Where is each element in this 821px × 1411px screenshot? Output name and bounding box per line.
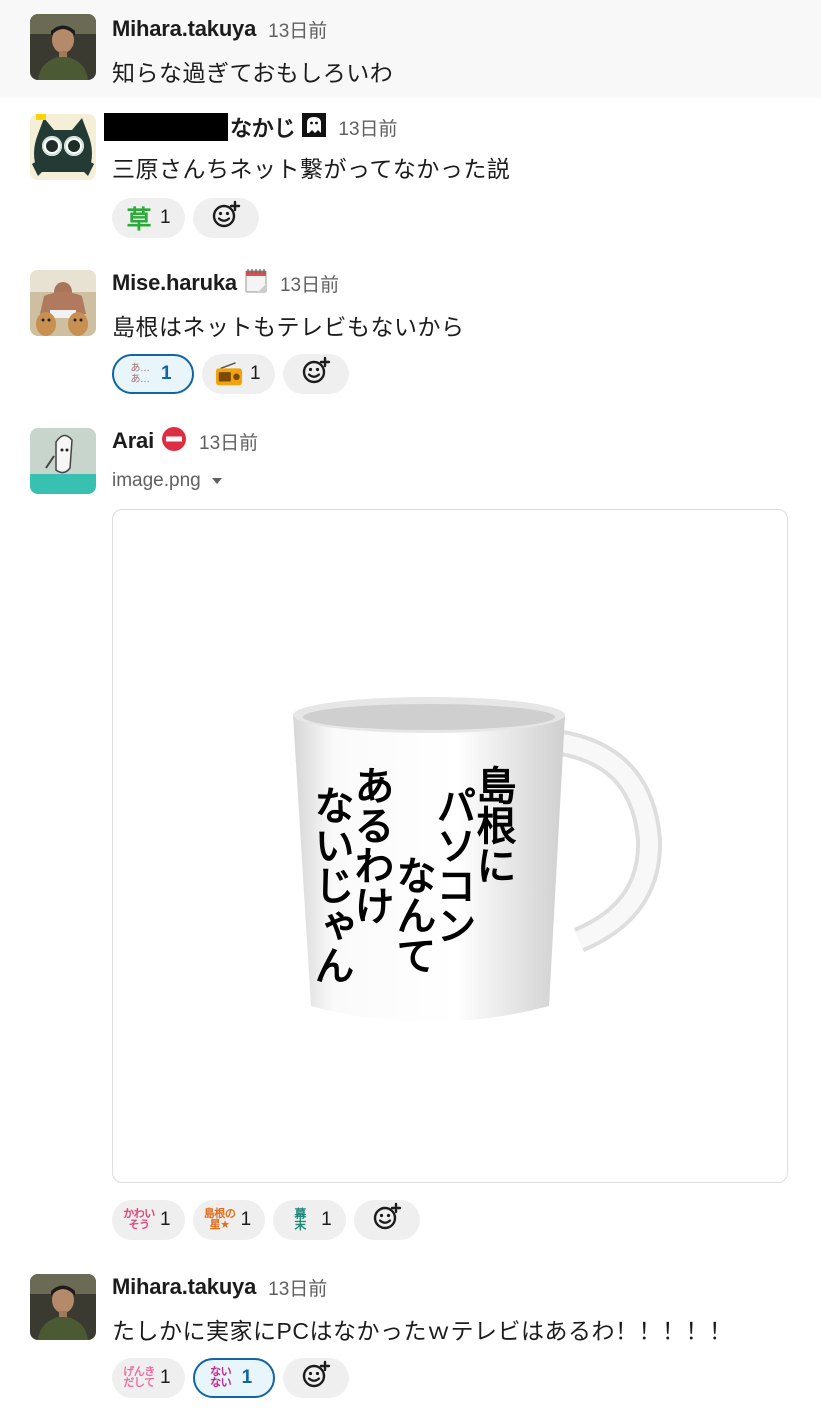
- image-attachment[interactable]: 島根に パソコン なんて あるわけ ないじゃん: [112, 509, 788, 1183]
- add-reaction-icon: [301, 1360, 331, 1396]
- message-4: Arai 13日前 image.png 島根に パソコン なんて あるわけ ない…: [0, 410, 821, 1260]
- mug-line-2: パソコン: [430, 785, 477, 945]
- add-reaction-button[interactable]: [282, 354, 349, 394]
- calendar-status-icon: [244, 268, 268, 299]
- radio-icon: [215, 360, 243, 388]
- reaction-kusa[interactable]: 草 1: [112, 198, 185, 238]
- author-name[interactable]: Arai: [112, 428, 154, 454]
- reaction-count: 1: [160, 1209, 171, 1230]
- add-reaction-icon: [211, 200, 241, 236]
- add-reaction-icon: [301, 356, 331, 392]
- avatar-mihara[interactable]: [30, 1274, 96, 1340]
- avatar-arai[interactable]: [30, 428, 96, 494]
- message-text: たしかに実家にPCはなかったｗテレビはあるわ！！！！！: [112, 1318, 733, 1344]
- reaction-genki-dashite[interactable]: げんき だして 1: [112, 1358, 185, 1398]
- reaction-bar: あ… あ… 1 1: [112, 354, 349, 394]
- reaction-count: 1: [240, 1209, 252, 1230]
- reaction-count: 1: [161, 363, 172, 384]
- reaction-nai-nai[interactable]: ない ない 1: [192, 1358, 275, 1398]
- timestamp[interactable]: 13日前: [280, 270, 339, 297]
- reaction-shimane-star[interactable]: 島根の 星★ 1: [192, 1200, 266, 1240]
- mug-line-1: 島根に: [470, 765, 517, 885]
- timestamp[interactable]: 13日前: [338, 114, 397, 141]
- no-entry-status-icon: [161, 426, 187, 457]
- reaction-count: 1: [241, 1367, 253, 1388]
- file-name[interactable]: image.png: [112, 470, 201, 492]
- reaction-count: 1: [160, 1367, 171, 1388]
- nai-nai-emoji: ない ない: [210, 1366, 232, 1389]
- reaction-radio[interactable]: 1: [202, 354, 275, 394]
- avatar-mise[interactable]: [30, 270, 96, 336]
- add-reaction-icon: [372, 1202, 402, 1238]
- genki-dashite-emoji: げんき だして: [123, 1366, 155, 1389]
- timestamp[interactable]: 13日前: [268, 16, 327, 43]
- bakumatsu-emoji: 幕 末: [294, 1207, 306, 1232]
- reaction-kawaisou[interactable]: かわい そう 1: [112, 1200, 185, 1240]
- message-5: Mihara.takuya 13日前 たしかに実家にPCはなかったｗテレビはある…: [0, 1260, 821, 1411]
- timestamp[interactable]: 13日前: [199, 428, 258, 455]
- message-1: Mihara.takuya 13日前 知らな過ぎておもしろいわ: [0, 0, 821, 98]
- reaction-bakumatsu[interactable]: 幕 末 1: [273, 1200, 346, 1240]
- author-name[interactable]: Mihara.takuya: [112, 16, 256, 42]
- add-reaction-button[interactable]: [192, 198, 259, 238]
- message-3: Mise.haruka 13日前 島根はネットもテレビもないから あ… あ… 1: [0, 258, 821, 410]
- avatar-nakaji[interactable]: [30, 114, 96, 180]
- reaction-bar: 草 1: [112, 198, 259, 238]
- kawaisou-emoji: かわい そう: [123, 1208, 155, 1231]
- message-text: 三原さんちネット繋がってなかった説: [112, 156, 511, 182]
- caret-down-icon[interactable]: [211, 470, 223, 492]
- reaction-bar: かわい そう 1 島根の 星★ 1 幕 末 1: [112, 1200, 420, 1240]
- message-text: 知らな過ぎておもしろいわ: [112, 60, 394, 86]
- add-reaction-button[interactable]: [353, 1200, 420, 1240]
- author-name[interactable]: Mise.haruka: [112, 270, 237, 296]
- file-name-row[interactable]: image.png: [112, 470, 223, 492]
- message-2: なかじ 13日前 三原さんちネット繋がってなかった説 草 1: [0, 98, 821, 258]
- shimane-star-emoji: 島根の 星★: [203, 1208, 236, 1231]
- reaction-count: 1: [250, 363, 261, 384]
- reaction-aa[interactable]: あ… あ… 1: [112, 354, 194, 394]
- reaction-count: 1: [321, 1209, 332, 1230]
- ghost-status-icon: [302, 112, 327, 142]
- mug-line-3: なんて: [390, 855, 437, 975]
- add-reaction-button[interactable]: [282, 1358, 349, 1398]
- reaction-count: 1: [160, 207, 171, 228]
- timestamp[interactable]: 13日前: [268, 1274, 327, 1301]
- avatar-mihara[interactable]: [30, 14, 96, 80]
- mug-image: 島根に パソコン なんて あるわけ ないじゃん: [293, 697, 663, 1022]
- author-name[interactable]: なかじ: [230, 111, 296, 143]
- author-name[interactable]: Mihara.takuya: [112, 1274, 256, 1300]
- mug-line-4: あるわけ: [348, 765, 395, 925]
- mug-line-5: ないじゃん: [308, 785, 355, 985]
- message-text: 島根はネットもテレビもないから: [112, 314, 465, 340]
- kusa-emoji: 草: [126, 206, 152, 234]
- reaction-bar: げんき だして 1 ない ない 1: [112, 1358, 349, 1398]
- aa-emoji: あ… あ…: [130, 363, 151, 385]
- redacted-name-block: [104, 113, 228, 141]
